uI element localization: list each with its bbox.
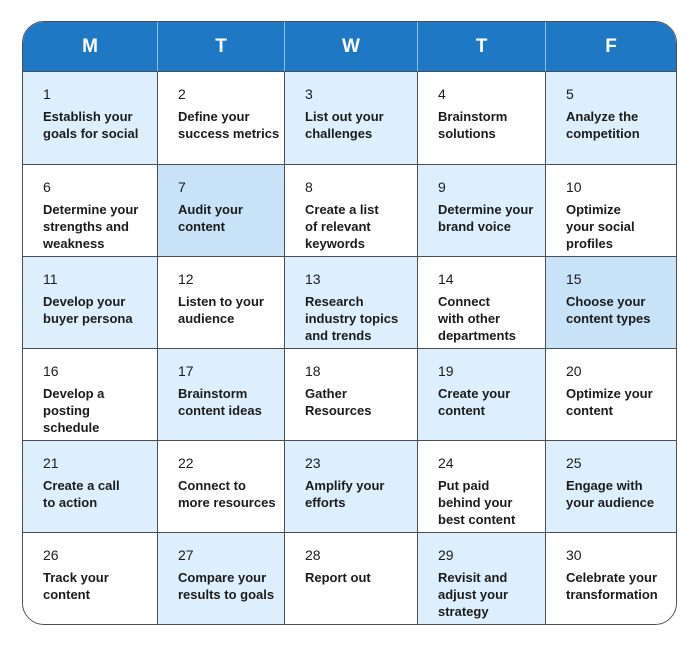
day-number: 20 [566,363,582,379]
day-number: 13 [305,271,321,287]
day-task: Connect to more resources [178,478,276,510]
day-cell: 30 Celebrate your transformation [545,532,676,624]
day-number: 18 [305,363,321,379]
day-number: 23 [305,455,321,471]
day-cell: 27 Compare your results to goals [157,532,284,624]
day-number: 4 [438,86,446,102]
day-cell: 15 Choose your content types [545,256,676,348]
day-number: 12 [178,271,194,287]
day-number: 26 [43,547,59,563]
day-cell: 23 Amplify your efforts [284,440,417,532]
day-task: Choose your content types [566,294,651,326]
day-task: Report out [305,570,371,585]
day-number: 2 [178,86,186,102]
day-task: Connect with other departments [438,294,517,343]
day-task: Create a call to action [43,478,120,510]
day-number: 5 [566,86,574,102]
weekday-wednesday: W [284,22,417,71]
day-cell: 10 Optimize your social profiles [545,164,676,256]
day-cell: 26 Track your content [23,532,157,624]
day-cell: 6 Determine your strengths and weakness [23,164,157,256]
social-media-calendar: M T W T F 1 Establish your goals for soci… [22,21,677,625]
day-cell: 12 Listen to your audience [157,256,284,348]
day-number: 9 [438,179,446,195]
day-task: Track your content [43,570,109,602]
day-cell: 3 List out your challenges [284,72,417,164]
day-task: Create a list of relevant keywords [305,202,379,251]
day-number: 29 [438,547,454,563]
day-cell: 16 Develop a posting schedule [23,348,157,440]
day-cell: 25 Engage with your audience [545,440,676,532]
day-number: 15 [566,271,582,287]
day-cell: 29 Revisit and adjust your strategy [417,532,545,624]
day-task: Revisit and adjust your strategy [438,570,509,619]
day-number: 24 [438,455,454,471]
day-cell: 21 Create a call to action [23,440,157,532]
day-cell: 2 Define your success metrics [157,72,284,164]
day-number: 27 [178,547,194,563]
day-task: Create your content [438,386,511,418]
day-task: Analyze the competition [566,109,640,141]
day-task: Research industry topics and trends [305,294,399,343]
day-number: 6 [43,179,51,195]
day-cell: 5 Analyze the competition [545,72,676,164]
day-number: 14 [438,271,454,287]
day-number: 7 [178,179,186,195]
day-task: Put paid behind your best content [438,478,516,527]
day-number: 8 [305,179,313,195]
day-cell: 9 Determine your brand voice [417,164,545,256]
day-number: 17 [178,363,194,379]
day-task: List out your challenges [305,109,384,141]
day-task: Amplify your efforts [305,478,385,510]
day-task: Define your success metrics [178,109,280,141]
day-task: Compare your results to goals [178,570,275,602]
weekday-thursday: T [417,22,545,71]
day-number: 19 [438,363,454,379]
day-number: 11 [43,271,58,287]
weekday-header: M T W T F [23,22,676,72]
day-number: 10 [566,179,582,195]
day-cell: 4 Brainstorm solutions [417,72,545,164]
day-cell: 24 Put paid behind your best content [417,440,545,532]
day-number: 3 [305,86,313,102]
day-number: 28 [305,547,321,563]
day-task: Brainstorm content ideas [178,386,262,418]
day-task: Celebrate your transformation [566,570,658,602]
day-task: Audit your content [178,202,243,234]
day-number: 1 [43,86,51,102]
day-cell: 28 Report out [284,532,417,624]
weekday-tuesday: T [157,22,284,71]
day-task: Develop your buyer persona [43,294,133,326]
day-task: Gather Resources [305,386,372,418]
calendar-grid: 1 Establish your goals for social 2 Define … [23,72,676,624]
day-cell: 18 Gather Resources [284,348,417,440]
day-cell: 22 Connect to more resources [157,440,284,532]
day-cell: 8 Create a list of relevant keywords [284,164,417,256]
day-task: Engage with your audience [566,478,655,510]
day-task: Optimize your content [566,386,653,418]
weekday-monday: M [82,35,98,57]
day-cell: 7 Audit your content [157,164,284,256]
day-cell: 20 Optimize your content [545,348,676,440]
day-cell: 13 Research industry topics and trends [284,256,417,348]
day-number: 21 [43,455,59,471]
day-task: Listen to your audience [178,294,264,326]
day-task: Establish your goals for social [43,109,139,141]
day-number: 25 [566,455,582,471]
day-task: Determine your brand voice [438,202,534,234]
day-task: Optimize your social profiles [566,202,635,251]
day-cell: 19 Create your content [417,348,545,440]
day-task: Brainstorm solutions [438,109,508,141]
day-number: 16 [43,363,59,379]
day-cell: 1 Establish your goals for social [23,72,157,164]
day-task: Develop a posting schedule [43,386,105,435]
day-cell: 17 Brainstorm content ideas [157,348,284,440]
day-number: 22 [178,455,194,471]
day-cell: 11 Develop your buyer persona [23,256,157,348]
day-task: Determine your strengths and weakness [43,202,139,251]
day-cell: 14 Connect with other departments [417,256,545,348]
day-number: 30 [566,547,582,563]
weekday-friday: F [545,22,676,71]
